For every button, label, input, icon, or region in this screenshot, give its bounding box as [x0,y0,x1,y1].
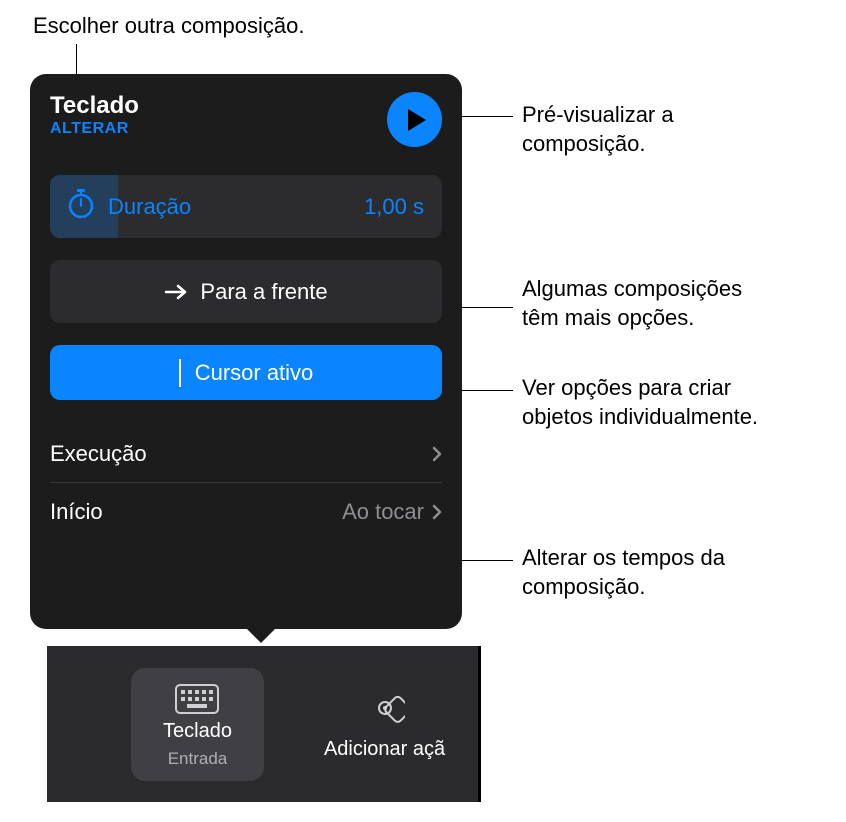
callout-options: Algumas composições têm mais opções. [522,275,742,332]
arrow-right-icon [164,284,188,300]
keyboard-icon [175,684,219,714]
build-item-teclado[interactable]: Teclado Entrada [131,668,264,781]
chevron-right-icon [432,504,442,520]
callout-line [462,307,513,308]
callout-text: composição. [522,131,646,156]
right-edge-border [478,646,481,802]
delivery-row[interactable]: Execução [50,425,442,483]
build-options-popover: Teclado ALTERAR Duração 1,00 s Para a fr… [30,74,462,629]
chevron-right-icon [432,446,442,462]
start-label: Início [50,499,103,525]
play-icon [408,109,426,131]
cursor-indicator-icon [179,359,181,387]
cursor-label: Cursor ativo [195,360,314,386]
stopwatch-icon [68,189,94,224]
callout-preview: Pré-visualizar a composição. [522,101,674,158]
change-button[interactable]: ALTERAR [50,120,139,138]
cursor-active-button[interactable]: Cursor ativo [50,345,442,400]
callout-text: têm mais opções. [522,305,694,330]
preview-play-button[interactable] [387,92,442,147]
callout-timing: Alterar os tempos da composição. [522,544,725,601]
duration-control[interactable]: Duração 1,00 s [50,175,442,238]
callout-objects: Ver opções para criar objetos individual… [522,374,758,431]
callout-text: Pré-visualizar a [522,102,674,127]
duration-label: Duração [108,194,364,220]
build-item-subtitle: Entrada [168,749,228,769]
duration-value: 1,00 s [364,194,424,220]
build-item-title: Teclado [163,720,232,743]
action-target-icon [365,688,405,728]
build-order-bar: Teclado Entrada Adicionar açã [47,646,478,802]
callout-text: Ver opções para criar [522,375,731,400]
callout-text: Alterar os tempos da [522,545,725,570]
start-row[interactable]: Início Ao tocar [50,483,442,541]
callout-line [462,390,513,391]
callout-text: Algumas composições [522,276,742,301]
add-action-button[interactable]: Adicionar açã [324,688,445,761]
callout-text: composição. [522,574,646,599]
forward-label: Para a frente [200,279,327,305]
direction-forward-button[interactable]: Para a frente [50,260,442,323]
callout-choose: Escolher outra composição. [33,12,304,41]
callout-text: objetos individualmente. [522,404,758,429]
add-action-label: Adicionar açã [324,738,445,761]
popover-header: Teclado ALTERAR [50,92,442,147]
start-value: Ao tocar [342,499,424,525]
delivery-label: Execução [50,441,147,467]
popover-title: Teclado [50,92,139,120]
